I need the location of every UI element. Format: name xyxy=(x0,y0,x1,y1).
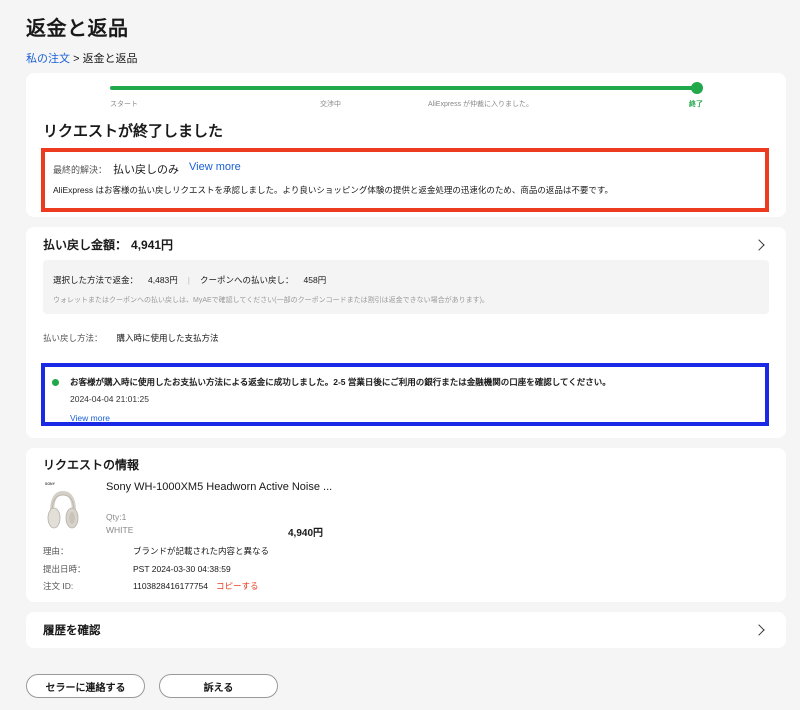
chevron-right-icon[interactable] xyxy=(753,239,765,251)
history-card[interactable]: 履歴を確認 xyxy=(26,612,786,648)
chevron-right-icon[interactable] xyxy=(753,624,765,636)
refund-method-amount: 4,483円 xyxy=(148,275,178,285)
resolution-description: AliExpress はお客様の払い戻しリクエストを承認しました。より良いショッ… xyxy=(53,185,613,195)
submitted-date-value: PST 2024-03-30 04:38:59 xyxy=(133,564,231,574)
resolution-box: 最終的解決： 払い戻しのみ View more AliExpress はお客様の… xyxy=(41,148,769,212)
refund-status-time: 2024-04-04 21:01:25 xyxy=(70,394,149,404)
refund-amount-value: 4,941円 xyxy=(131,238,174,252)
submitted-date-row: 提出日時： PST 2024-03-30 04:38:59 xyxy=(43,563,231,575)
refund-payment-value: 購入時に使用した支払方法 xyxy=(116,333,219,343)
refund-card: 払い戻し金額： 4,941円 選択した方法で返金： 4,483円 | クーポンへの払い戻… xyxy=(26,227,786,438)
resolution-value: 払い戻しのみ xyxy=(113,164,179,176)
breadcrumb-separator: > xyxy=(73,53,80,65)
request-info-title: リクエストの情報 xyxy=(43,458,140,472)
refund-method-label: 選択した方法で返金： xyxy=(53,275,139,285)
resolution-label: 最終的解決： xyxy=(53,165,108,175)
progress-step-start: スタート xyxy=(110,101,138,108)
reason-value: ブランドが記載された内容と異なる xyxy=(133,546,270,556)
success-dot-icon xyxy=(52,379,59,386)
order-id-row: 注文 ID: 1103828416177754 コピーする xyxy=(43,580,259,592)
order-id-label: 注文 ID: xyxy=(43,581,74,591)
history-title: 履歴を確認 xyxy=(43,625,101,637)
product-thumbnail-headphones-icon[interactable]: SONY xyxy=(43,479,83,535)
refund-payment-method: 払い戻し方法： 購入時に使用した支払方法 xyxy=(43,332,219,344)
refund-breakdown-box: 選択した方法で返金： 4,483円 | クーポンへの払い戻し： 458円 ウォレットまた… xyxy=(43,260,769,314)
refund-breakdown-line: 選択した方法で返金： 4,483円 | クーポンへの払い戻し： 458円 xyxy=(53,274,336,286)
request-info-card: リクエストの情報 SONY Sony WH-1000XM5 Headworn A… xyxy=(26,448,786,602)
refund-amount-label: 払い戻し金額： xyxy=(43,238,128,252)
reason-label: 理由： xyxy=(43,546,69,556)
progress-step-arbitration: AliExpress が仲裁に入りました。 xyxy=(428,101,534,108)
product-brand-mark: SONY xyxy=(45,482,56,486)
divider: | xyxy=(187,275,191,285)
refund-coupon-label: クーポンへの払い戻し： xyxy=(200,275,294,285)
submitted-date-label: 提出日時： xyxy=(43,564,86,574)
breadcrumb-current: 返金と返品 xyxy=(82,53,138,65)
refund-amount-heading: 払い戻し金額： 4,941円 xyxy=(43,236,173,253)
copy-order-id-button[interactable]: コピーする xyxy=(216,581,259,591)
page-title: 返金と返品 xyxy=(26,18,129,40)
resolution-view-more-link[interactable]: View more xyxy=(189,161,241,173)
breadcrumb: 私の注文 > 返金と返品 xyxy=(26,50,138,66)
progress-track xyxy=(110,86,697,90)
refund-status-view-more-link[interactable]: View more xyxy=(70,413,110,423)
refund-status-message: お客様が購入時に使用したお支払い方法による返金に成功しました。2-5 営業日後に… xyxy=(70,377,611,387)
refund-status-box: お客様が購入時に使用したお支払い方法による返金に成功しました。2-5 営業日後に… xyxy=(41,363,769,426)
reason-row: 理由： ブランドが記載された内容と異なる xyxy=(43,545,269,557)
progress-current-dot xyxy=(691,82,703,94)
page: 返金と返品 私の注文 > 返金と返品 スタート 交渉中 AliExpress が… xyxy=(0,0,800,710)
progress-step-negotiation: 交渉中 xyxy=(320,101,341,108)
refund-note: ウォレットまたはクーポンへの払い戻しは、MyAEで確認してください(一部のクーポ… xyxy=(53,297,489,304)
product-color: WHITE xyxy=(106,525,134,535)
appeal-button[interactable]: 訴える xyxy=(159,674,278,698)
request-status-title: リクエストが終了しました xyxy=(43,123,224,140)
product-name[interactable]: Sony WH-1000XM5 Headworn Active Noise ..… xyxy=(106,481,332,493)
breadcrumb-my-orders-link[interactable]: 私の注文 xyxy=(26,53,70,65)
contact-seller-button[interactable]: セラーに連絡する xyxy=(26,674,145,698)
product-qty: Qty:1 xyxy=(106,512,127,522)
product-price: 4,940円 xyxy=(288,528,324,539)
order-id-value: 1103828416177754 xyxy=(133,581,209,591)
refund-payment-label: 払い戻し方法： xyxy=(43,333,103,343)
progress-step-finished: 終了 xyxy=(689,101,703,108)
refund-coupon-amount: 458円 xyxy=(303,275,327,285)
request-status-card: スタート 交渉中 AliExpress が仲裁に入りました。 終了 リクエストが… xyxy=(26,73,786,217)
